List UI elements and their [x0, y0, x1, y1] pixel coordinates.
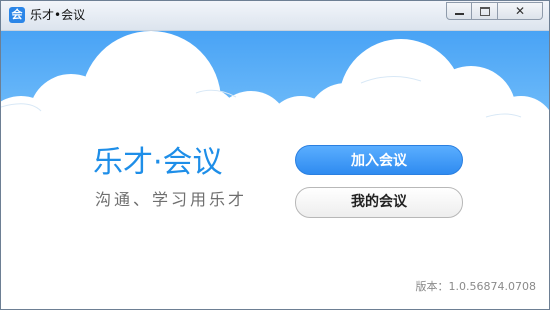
clouds-illustration: [1, 31, 549, 309]
app-logo-icon: 会: [9, 7, 25, 23]
app-window: 会 乐才•会议 ✕ 乐才·会议 沟通、学习用乐才 加入会议 我的会议 版本：1.…: [0, 0, 550, 310]
version-label: 版本：1.0.56874.0708: [415, 280, 536, 293]
brand-logo: 乐才·会议: [93, 145, 223, 179]
maximize-button[interactable]: [472, 2, 498, 20]
svg-text:乐才·会议: 乐才·会议: [93, 145, 223, 179]
caption-buttons: ✕: [446, 2, 543, 20]
maximize-icon: [480, 7, 490, 16]
my-meetings-button[interactable]: 我的会议: [295, 187, 463, 218]
slogan: 沟通、学习用乐才: [95, 190, 248, 209]
minimize-button[interactable]: [446, 2, 472, 20]
join-meeting-button[interactable]: 加入会议: [295, 145, 463, 175]
close-button[interactable]: ✕: [498, 2, 543, 20]
close-icon: ✕: [514, 4, 526, 18]
hero-panel: 乐才·会议 沟通、学习用乐才 加入会议 我的会议 版本：1.0.56874.07…: [1, 31, 549, 309]
minimize-icon: [455, 13, 464, 15]
title-bar[interactable]: 会 乐才•会议 ✕: [1, 1, 549, 31]
window-title: 乐才•会议: [30, 8, 86, 22]
